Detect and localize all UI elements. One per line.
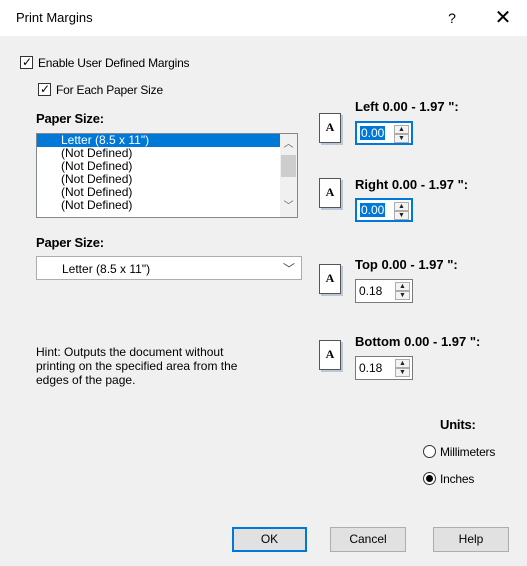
bottom-margin-label: Bottom 0.00 - 1.97 ":: [355, 334, 481, 349]
ok-button[interactable]: OK: [232, 527, 307, 552]
top-margin-value[interactable]: 0.18: [359, 284, 382, 298]
left-margin-value[interactable]: 0.00: [360, 126, 386, 140]
page-bottom-margin-icon: A: [319, 340, 341, 370]
paper-size-combo-label: Paper Size:: [36, 235, 104, 250]
spin-up-icon[interactable]: ▲: [395, 282, 410, 291]
paper-size-list-label: Paper Size:: [36, 111, 104, 126]
list-item[interactable]: (Not Defined): [37, 199, 297, 212]
paper-size-dropdown-value: Letter (8.5 x 11"): [62, 262, 151, 276]
spin-down-icon[interactable]: ▼: [395, 291, 410, 300]
page-right-margin-icon: A: [319, 178, 341, 208]
left-margin-label: Left 0.00 - 1.97 ":: [355, 99, 459, 114]
close-icon[interactable]: ✕: [488, 4, 518, 32]
checkmark-icon: ✓: [40, 82, 51, 96]
for-each-paper-size-label[interactable]: For Each Paper Size: [56, 83, 163, 97]
print-margins-dialog: Print Margins ? ✕ ✓ Enable User Defined …: [0, 0, 527, 566]
chevron-down-icon: ﹀: [282, 262, 295, 276]
spin-down-icon[interactable]: ▼: [395, 368, 410, 377]
cancel-button[interactable]: Cancel: [330, 527, 406, 552]
top-margin-spin-buttons[interactable]: ▲ ▼: [395, 282, 410, 300]
scroll-thumb[interactable]: [281, 155, 296, 177]
paper-size-dropdown[interactable]: Letter (8.5 x 11") ﹀: [36, 256, 302, 280]
scroll-down-icon[interactable]: ﹀: [280, 198, 297, 215]
units-label: Units:: [440, 417, 476, 432]
spin-up-icon[interactable]: ▲: [395, 359, 410, 368]
paper-size-listbox[interactable]: Letter (8.5 x 11") (Not Defined) (Not De…: [36, 133, 298, 218]
spin-down-icon[interactable]: ▼: [394, 211, 409, 220]
right-margin-label: Right 0.00 - 1.97 ":: [355, 177, 469, 192]
top-margin-spinner[interactable]: 0.18 ▲ ▼: [355, 279, 413, 303]
enable-user-margins-label[interactable]: Enable User Defined Margins: [38, 56, 190, 70]
millimeters-label[interactable]: Millimeters: [440, 445, 495, 459]
enable-user-margins-checkbox[interactable]: ✓: [20, 55, 33, 69]
radio-selected-dot: [426, 475, 433, 482]
right-margin-value[interactable]: 0.00: [360, 203, 386, 217]
spin-down-icon[interactable]: ▼: [394, 134, 409, 143]
spin-up-icon[interactable]: ▲: [394, 202, 409, 211]
hint-text: Hint: Outputs the document without print…: [36, 345, 238, 387]
inches-label[interactable]: Inches: [440, 472, 474, 486]
right-margin-spin-buttons[interactable]: ▲ ▼: [394, 202, 409, 220]
millimeters-radio[interactable]: [423, 445, 436, 458]
checkmark-icon: ✓: [22, 55, 33, 69]
help-button[interactable]: Help: [433, 527, 509, 552]
bottom-margin-spinner[interactable]: 0.18 ▲ ▼: [355, 356, 413, 380]
page-left-margin-icon: A: [319, 113, 341, 143]
right-margin-spinner[interactable]: 0.00 ▲ ▼: [355, 198, 413, 222]
scroll-up-icon[interactable]: ︿: [280, 136, 297, 153]
top-margin-label: Top 0.00 - 1.97 ":: [355, 257, 458, 272]
for-each-paper-size-checkbox[interactable]: ✓: [38, 82, 51, 96]
page-top-margin-icon: A: [319, 264, 341, 294]
title-bar: Print Margins ? ✕: [0, 0, 527, 36]
left-margin-spinner[interactable]: 0.00 ▲ ▼: [355, 121, 413, 145]
inches-radio[interactable]: [423, 472, 436, 485]
bottom-margin-value[interactable]: 0.18: [359, 361, 382, 375]
left-margin-spin-buttons[interactable]: ▲ ▼: [394, 125, 409, 143]
bottom-margin-spin-buttons[interactable]: ▲ ▼: [395, 359, 410, 377]
dialog-title: Print Margins: [16, 10, 93, 25]
listbox-scrollbar[interactable]: ︿ ﹀: [280, 134, 297, 217]
spin-up-icon[interactable]: ▲: [394, 125, 409, 134]
help-question-icon[interactable]: ?: [440, 6, 464, 30]
